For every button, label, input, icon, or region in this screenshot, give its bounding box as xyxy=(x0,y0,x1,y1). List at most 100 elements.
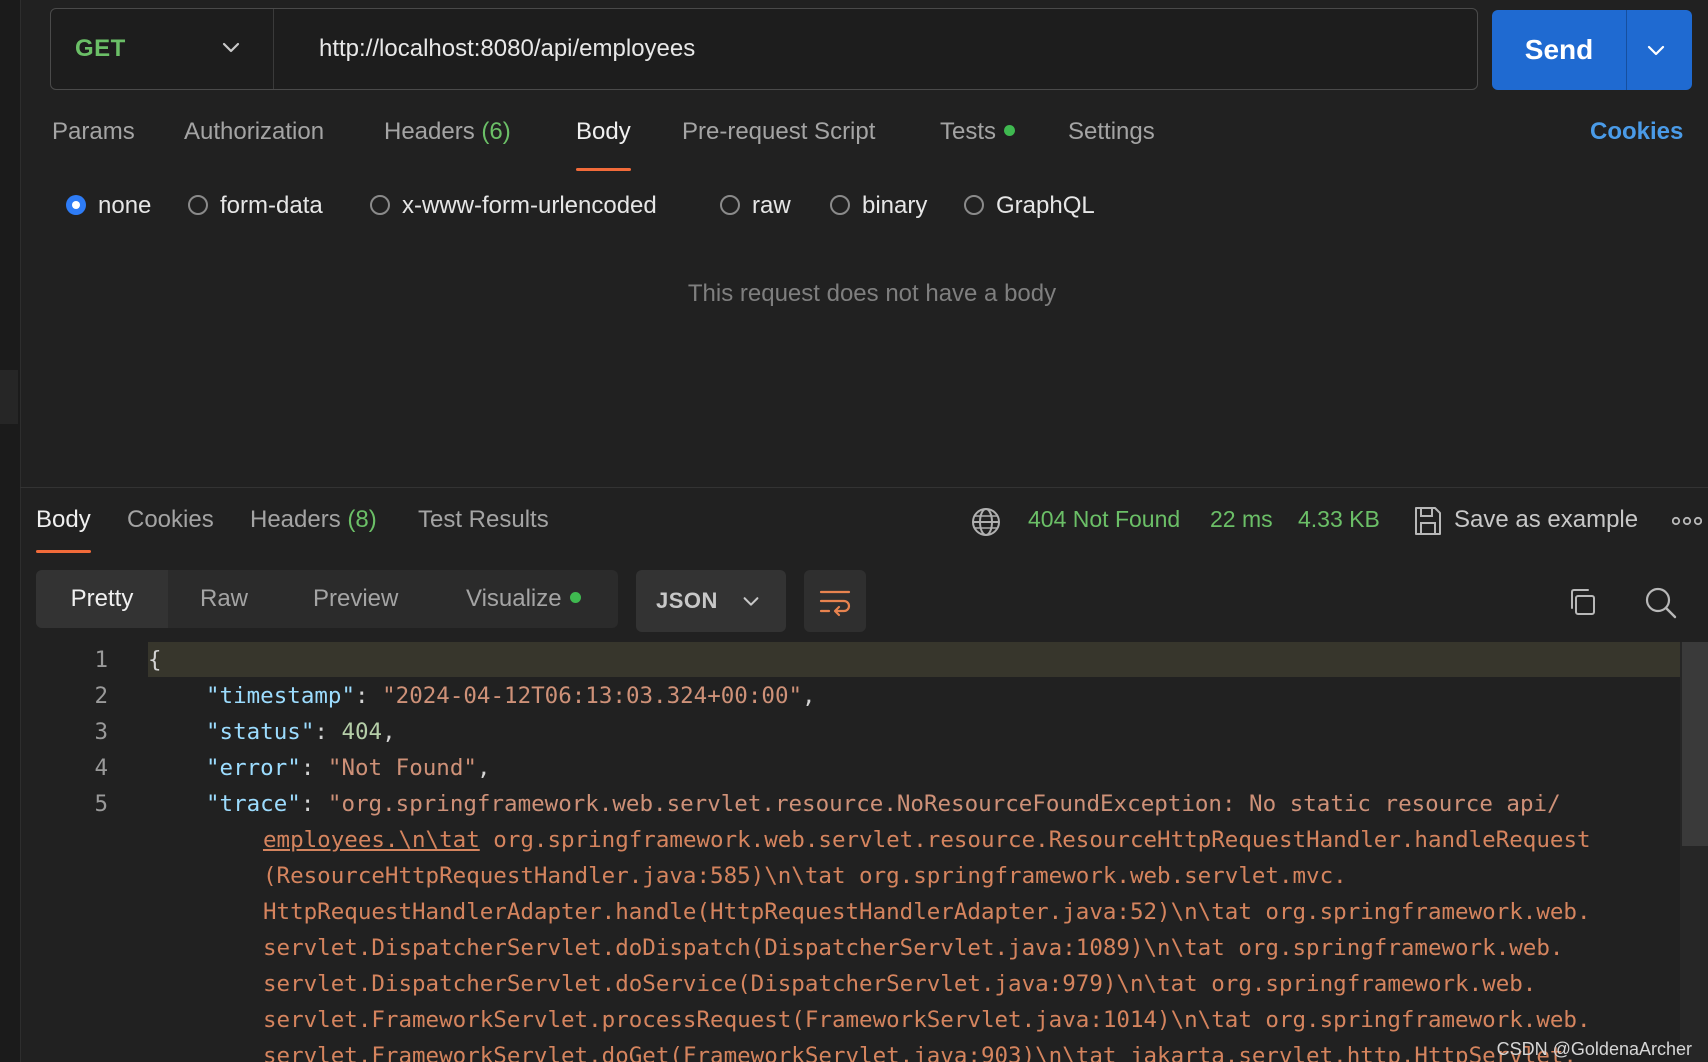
response-tab-headers[interactable]: Headers (8) xyxy=(250,506,377,534)
method-label: GET xyxy=(75,35,126,62)
more-icon[interactable] xyxy=(1672,516,1702,526)
cookies-link[interactable]: Cookies xyxy=(1590,118,1683,146)
tab-headers-label: Headers xyxy=(384,118,475,145)
code-line: "status": 404, xyxy=(206,719,396,745)
view-visualize-button[interactable]: Visualize xyxy=(466,570,581,628)
response-code-viewer[interactable]: 1 2 3 4 5 { "timestamp": "2024-04-12T06:… xyxy=(20,642,1708,1062)
no-body-message: This request does not have a body xyxy=(687,280,1057,307)
radio-icon xyxy=(188,194,208,215)
save-icon[interactable] xyxy=(1412,504,1444,538)
json-string-value: "2024-04-12T06:13:03.324+00:00" xyxy=(382,683,803,709)
save-as-example-button[interactable]: Save as example xyxy=(1454,506,1638,534)
trace-link[interactable]: employees.\n\tat xyxy=(263,827,480,853)
json-key: "error" xyxy=(206,755,301,781)
tab-tests[interactable]: Tests xyxy=(940,118,1016,146)
view-raw-label: Raw xyxy=(200,585,249,612)
view-pretty-label: Pretty xyxy=(70,585,134,612)
radio-icon xyxy=(720,194,740,215)
line-number: 5 xyxy=(94,791,108,817)
wrap-icon xyxy=(819,590,851,617)
search-icon[interactable] xyxy=(1644,586,1678,620)
code-line: "error": "Not Found", xyxy=(206,755,491,781)
response-headers-count: (8) xyxy=(347,506,377,533)
json-string-value: "Not Found" xyxy=(327,755,477,781)
response-view-modes: Pretty Raw Preview Visualize xyxy=(36,570,618,628)
radio-icon xyxy=(370,194,390,215)
tab-authorization-label: Authorization xyxy=(184,118,325,145)
line-number: 2 xyxy=(94,683,108,709)
response-tab-body[interactable]: Body xyxy=(36,506,91,553)
response-time[interactable]: 22 ms xyxy=(1210,506,1273,533)
body-type-none[interactable]: none xyxy=(66,192,151,220)
left-sidebar-strip xyxy=(0,0,21,1062)
tab-pre-request-script[interactable]: Pre-request Script xyxy=(682,118,875,146)
active-tab-underline xyxy=(576,168,631,171)
code-line: "timestamp": "2024-04-12T06:13:03.324+00… xyxy=(206,683,816,709)
wrap-lines-button[interactable] xyxy=(804,570,866,632)
line-number: 1 xyxy=(94,647,108,673)
send-label: Send xyxy=(1524,34,1594,65)
pane-divider[interactable] xyxy=(20,487,1708,488)
tab-settings[interactable]: Settings xyxy=(1068,118,1155,146)
url-input[interactable] xyxy=(295,9,1455,89)
view-visualize-label: Visualize xyxy=(466,585,562,612)
copy-icon[interactable] xyxy=(1566,586,1598,618)
view-pretty-button[interactable]: Pretty xyxy=(36,570,168,628)
visualize-status-dot xyxy=(569,592,581,604)
response-tab-test-results-label: Test Results xyxy=(418,506,549,533)
headers-count-badge: (6) xyxy=(481,118,511,145)
body-type-raw[interactable]: raw xyxy=(720,192,791,220)
code-scrollbar-thumb[interactable] xyxy=(1682,642,1708,846)
body-type-urlencoded[interactable]: x-www-form-urlencoded xyxy=(370,192,657,220)
radio-icon xyxy=(964,194,984,215)
tab-headers[interactable]: Headers (6) xyxy=(384,118,511,146)
format-select[interactable]: JSON xyxy=(636,570,786,632)
globe-icon[interactable] xyxy=(970,506,1002,538)
trace-wrapped-line: servlet.DispatcherServlet.doService(Disp… xyxy=(263,971,1537,997)
view-preview-button[interactable]: Preview xyxy=(313,570,398,628)
body-type-graphql[interactable]: GraphQL xyxy=(964,192,1095,220)
trace-text: "org.springframework.web.servlet.resourc… xyxy=(327,791,1561,817)
current-line-highlight xyxy=(148,642,1700,677)
tab-body[interactable]: Body xyxy=(576,118,631,171)
active-tab-underline xyxy=(36,550,91,553)
response-tab-cookies[interactable]: Cookies xyxy=(127,506,214,534)
json-key: "trace" xyxy=(206,791,301,817)
trace-wrapped-line: employees.\n\tat org.springframework.web… xyxy=(263,827,1591,853)
method-select[interactable]: GET xyxy=(51,9,274,89)
send-split-divider xyxy=(1626,10,1627,90)
body-type-urlencoded-label: x-www-form-urlencoded xyxy=(402,192,657,219)
tab-authorization[interactable]: Authorization xyxy=(184,118,324,146)
trace-wrapped-line: servlet.FrameworkServlet.processRequest(… xyxy=(263,1007,1591,1033)
radio-checked-icon xyxy=(66,194,86,215)
trace-wrapped-line: HttpRequestHandlerAdapter.handle(HttpReq… xyxy=(263,899,1591,925)
code-line: { xyxy=(148,647,162,673)
body-type-graphql-label: GraphQL xyxy=(996,192,1095,219)
response-size[interactable]: 4.33 KB xyxy=(1298,506,1380,533)
tab-params[interactable]: Params xyxy=(52,118,135,146)
body-type-form-data-label: form-data xyxy=(220,192,323,219)
json-key: "timestamp" xyxy=(206,683,356,709)
trace-wrapped-line: servlet.DispatcherServlet.doDispatch(Dis… xyxy=(263,935,1564,961)
status-code[interactable]: 404 Not Found xyxy=(1028,506,1180,533)
send-button[interactable]: Send xyxy=(1492,10,1692,90)
sidebar-marker xyxy=(0,370,18,424)
line-number: 4 xyxy=(94,755,108,781)
body-type-binary-label: binary xyxy=(862,192,928,219)
json-number-value: 404 xyxy=(341,719,383,745)
radio-icon xyxy=(830,194,850,215)
body-type-binary[interactable]: binary xyxy=(830,192,927,220)
request-url-bar: GET xyxy=(50,8,1478,90)
response-tab-test-results[interactable]: Test Results xyxy=(418,506,549,534)
chevron-down-icon xyxy=(743,597,759,606)
view-raw-button[interactable]: Raw xyxy=(200,570,248,628)
trace-wrapped-line: (ResourceHttpRequestHandler.java:585)\n\… xyxy=(263,863,1347,889)
chevron-down-icon xyxy=(222,42,240,53)
trace-text: org.springframework.web.servlet.resource… xyxy=(479,827,1591,853)
body-type-form-data[interactable]: form-data xyxy=(188,192,323,220)
body-type-none-label: none xyxy=(98,192,152,219)
code-line: "trace": "org.springframework.web.servle… xyxy=(206,791,1561,817)
response-tab-body-label: Body xyxy=(36,506,91,533)
tab-pre-request-label: Pre-request Script xyxy=(682,118,876,145)
chevron-down-icon[interactable] xyxy=(1644,38,1668,62)
